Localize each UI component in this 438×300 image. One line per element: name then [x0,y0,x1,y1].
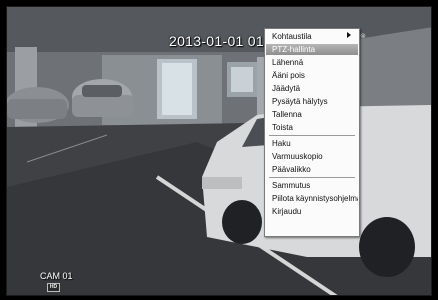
osd-camera-label: CAM 01 [40,271,73,281]
menu-item-label: Lähennä [272,58,304,67]
menu-item-haku[interactable]: Haku [266,138,358,149]
menu-item-label: Piilota käynnistysohjelma [272,194,358,203]
menu-item-kirjaudu[interactable]: Kirjaudu [266,206,358,217]
menu-item-label: Pysäytä hälytys [272,97,328,106]
parking-garage-scene [7,7,431,295]
menu-item-paavalikko[interactable]: Päävalikko [266,164,358,175]
menu-item-toista[interactable]: Toista [266,122,358,133]
record-badge-icon: HD [47,283,60,292]
menu-item-label: Kirjaudu [272,207,302,216]
menu-item-piilota-kaynnistysohjelma[interactable]: Piilota käynnistysohjelma [266,193,358,204]
menu-item-pysayta-halytys[interactable]: Pysäytä hälytys [266,96,358,107]
menu-item-label: Haku [272,139,291,148]
menu-close-icon[interactable]: ⊗ [360,32,366,40]
menu-item-sammutus[interactable]: Sammutus [266,180,358,191]
submenu-arrow-icon [347,32,351,38]
menu-item-label: Toista [272,123,293,132]
menu-item-varmuuskopio[interactable]: Varmuuskopio [266,151,358,162]
menu-item-label: Jäädytä [272,84,301,93]
menu-separator [269,135,355,136]
menu-item-label: Päävalikko [272,165,311,174]
menu-item-ptz-hallinta[interactable]: PTZ-hallinta [266,44,358,55]
menu-separator [269,177,355,178]
menu-item-aani-pois[interactable]: Ääni pois [266,70,358,81]
menu-item-tallenna[interactable]: Tallenna [266,109,358,120]
menu-item-jaadyta[interactable]: Jäädytä [266,83,358,94]
menu-item-kohtaustila[interactable]: Kohtaustila [266,31,358,42]
menu-item-lahenna[interactable]: Lähennä [266,57,358,68]
menu-item-label: PTZ-hallinta [272,45,316,54]
menu-item-label: Ääni pois [272,71,305,80]
menu-item-label: Tallenna [272,110,302,119]
context-menu: Kohtaustila PTZ-hallinta Lähennä Ääni po… [264,28,360,237]
menu-item-label: Sammutus [272,181,311,190]
camera-video-feed[interactable]: 2013-01-01 01:10 CAM 01 HD [6,6,432,296]
dvr-screen: 2013-01-01 01:10 CAM 01 HD ⊗ Kohtaustila… [0,0,438,300]
menu-item-label: Kohtaustila [272,32,312,41]
menu-item-label: Varmuuskopio [272,152,323,161]
